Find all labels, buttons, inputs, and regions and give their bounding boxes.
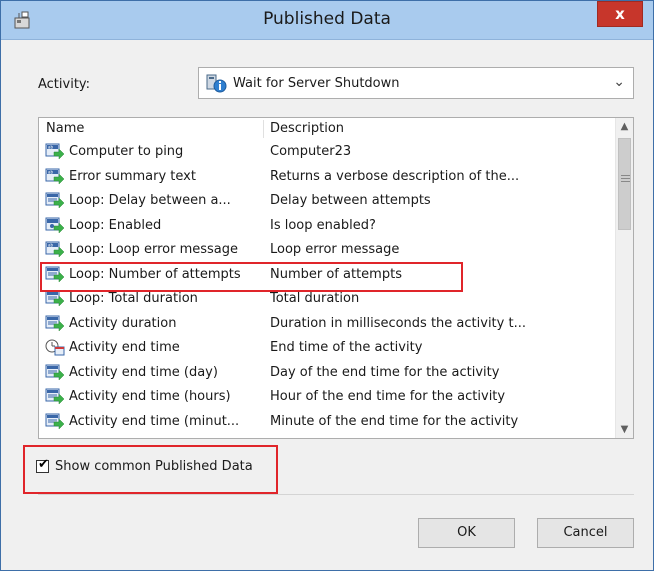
highlight-box-checkbox <box>23 445 278 494</box>
boolean-data-icon <box>45 217 65 234</box>
grip-line <box>621 178 630 179</box>
column-header-name[interactable]: Name <box>46 121 84 136</box>
list-item-name: Activity end time (day) <box>69 364 218 380</box>
list-item-description: End time of the activity <box>270 340 423 355</box>
chevron-down-icon[interactable]: ⌄ <box>613 74 625 90</box>
highlight-box-attempts-row <box>40 262 463 292</box>
divider <box>38 494 634 495</box>
scroll-thumb[interactable] <box>618 138 631 230</box>
list-item-description: Hour of the end time for the activity <box>270 389 506 404</box>
list-item[interactable]: Activity end time (minut... Minute of the… <box>39 410 617 435</box>
activity-dropdown[interactable]: Wait for Server Shutdown ⌄ <box>198 67 634 99</box>
list-item[interactable]: ab Loop: Loop error message Loop error mes… <box>39 238 617 263</box>
vertical-scrollbar[interactable]: ▲ ▼ <box>615 118 633 438</box>
cancel-button[interactable]: Cancel <box>537 518 634 548</box>
svg-text:ab: ab <box>48 145 53 150</box>
close-button[interactable]: x <box>597 1 643 27</box>
server-shutdown-icon <box>206 74 227 93</box>
datetime-data-icon <box>45 339 65 356</box>
text-data-icon: ab <box>45 143 65 160</box>
list-item[interactable]: Activity end time (day) Day of the end ti… <box>39 361 617 386</box>
list-item[interactable]: Activity end time End time of the activit… <box>39 336 617 361</box>
scroll-up-arrow-icon[interactable]: ▲ <box>616 118 633 135</box>
number-data-icon <box>45 388 65 405</box>
list-item-name: Activity end time (hours) <box>69 389 231 404</box>
list-item-description: Delay between attempts <box>270 193 431 208</box>
activity-selected-value: Wait for Server Shutdown <box>233 76 400 91</box>
list-item-description: Returns a verbose description of the... <box>270 168 520 184</box>
scroll-down-arrow-icon[interactable]: ▼ <box>616 421 633 438</box>
list-item-description: Is loop enabled? <box>270 217 376 233</box>
list-item-name: Activity end time (minut... <box>69 413 240 429</box>
column-header-description[interactable]: Description <box>270 121 344 136</box>
text-data-icon: ab <box>45 168 65 185</box>
number-data-icon <box>45 315 65 332</box>
list-item-name: Loop: Loop error message <box>69 242 239 257</box>
activity-label: Activity: <box>38 77 91 92</box>
list-item-name: Loop: Delay between a... <box>69 193 231 208</box>
list-item-name: Activity end time <box>69 340 180 355</box>
list-header: Name Description <box>39 118 617 140</box>
list-item[interactable]: Loop: Delay between a... Delay between at… <box>39 189 617 214</box>
list-item-name: Loop: Enabled <box>69 217 162 233</box>
list-item[interactable]: Loop: Enabled Is loop enabled? <box>39 214 617 239</box>
text-data-icon: ab <box>45 241 65 258</box>
ok-button[interactable]: OK <box>418 518 515 548</box>
svg-text:ab: ab <box>48 243 53 248</box>
title-bar[interactable]: Published Data x <box>1 1 653 40</box>
number-data-icon <box>45 364 65 381</box>
number-data-icon <box>45 413 65 430</box>
list-item-description: Computer23 <box>270 144 352 159</box>
grip-line <box>621 181 630 182</box>
number-data-icon <box>45 290 65 307</box>
column-divider[interactable] <box>263 120 264 138</box>
list-item-description: Minute of the end time for the activity <box>270 413 519 429</box>
published-data-dialog: Published Data x Activity: Wait for Serv… <box>0 0 654 571</box>
grip-line <box>621 175 630 176</box>
list-item-description: Day of the end time for the activity <box>270 364 500 380</box>
window-title: Published Data <box>263 9 391 29</box>
list-item[interactable]: Activity end time (hours) Hour of the end… <box>39 385 617 410</box>
list-item-name: Activity duration <box>69 315 177 331</box>
number-data-icon <box>45 192 65 209</box>
svg-text:ab: ab <box>48 169 53 174</box>
list-item-description: Loop error message <box>270 242 400 257</box>
list-item-name: Error summary text <box>69 168 196 184</box>
list-item[interactable]: ab Error summary text Returns a verbose de… <box>39 165 617 190</box>
list-item[interactable]: ab Computer to ping Computer23 <box>39 140 617 165</box>
list-item[interactable]: Activity duration Duration in millisecond… <box>39 312 617 337</box>
list-item-name: Computer to ping <box>69 144 184 159</box>
list-item-description: Duration in milliseconds the activity t.… <box>270 315 526 331</box>
